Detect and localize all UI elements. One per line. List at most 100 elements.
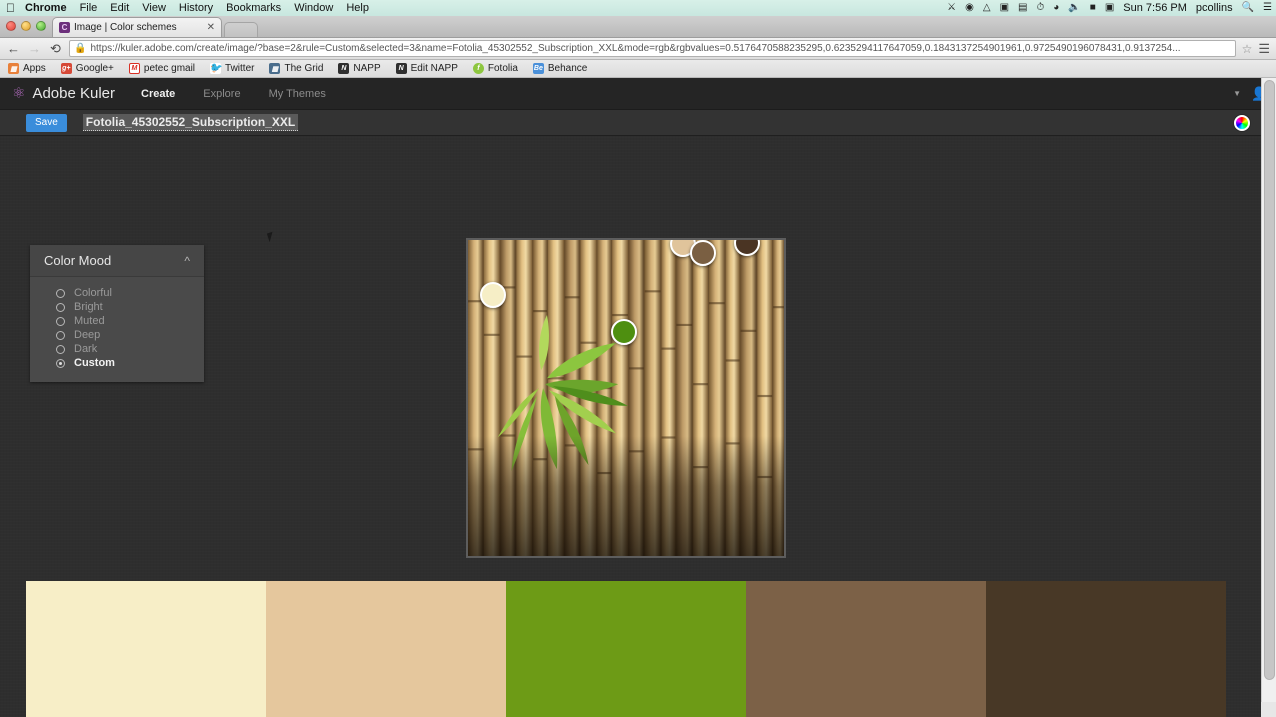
menubar-clock[interactable]: Sun 7:56 PM bbox=[1123, 2, 1187, 14]
maximize-window-button[interactable] bbox=[36, 21, 46, 31]
swatch-2[interactable] bbox=[266, 581, 506, 717]
googleplus-icon: g+ bbox=[60, 63, 72, 74]
menu-item-window[interactable]: Window bbox=[294, 2, 333, 14]
bookmark-star-icon[interactable]: ☆ bbox=[1242, 43, 1253, 55]
bookmark-fotolia[interactable]: f Fotolia bbox=[472, 63, 518, 74]
bookmark-twitter[interactable]: 🐦 Twitter bbox=[209, 63, 255, 74]
bookmark-apps[interactable]: ▦ Apps bbox=[8, 63, 46, 74]
chevron-down-icon[interactable]: ▼ bbox=[1233, 89, 1241, 98]
volume-icon[interactable]: 🔈 bbox=[1068, 3, 1080, 13]
swatch-4[interactable] bbox=[746, 581, 986, 717]
kuler-logo-icon: ⚛ bbox=[12, 85, 26, 102]
swatch-1[interactable] bbox=[26, 581, 266, 717]
hamburger-menu-icon[interactable]: ☰ bbox=[1258, 42, 1270, 55]
vertical-scrollbar[interactable] bbox=[1261, 78, 1276, 717]
bell-icon[interactable]: △ bbox=[983, 3, 991, 13]
mood-option-custom[interactable]: Custom bbox=[30, 356, 204, 370]
swatch-5[interactable] bbox=[986, 581, 1226, 717]
kuler-brand[interactable]: ⚛ Adobe Kuler bbox=[12, 85, 115, 102]
bookmark-behance[interactable]: Be Behance bbox=[532, 63, 587, 74]
brand-name: Adobe Kuler bbox=[32, 85, 116, 102]
color-mood-header[interactable]: Color Mood ^ bbox=[30, 245, 204, 277]
radio-icon[interactable] bbox=[56, 330, 65, 340]
reload-icon[interactable]: ⟲ bbox=[48, 42, 63, 55]
menu-item-bookmarks[interactable]: Bookmarks bbox=[226, 2, 281, 14]
wifi-icon[interactable]: ◕ bbox=[1053, 3, 1059, 13]
browser-tab-strip: Image | Color schemes ✕ bbox=[0, 16, 1276, 38]
close-icon[interactable]: ✕ bbox=[201, 22, 215, 33]
mood-option-muted[interactable]: Muted bbox=[30, 314, 204, 328]
tab-title: Image | Color schemes bbox=[74, 22, 177, 33]
new-tab-button[interactable] bbox=[224, 22, 258, 37]
menu-item-chrome[interactable]: Chrome bbox=[25, 2, 67, 14]
address-bar[interactable]: 🔒 https://kuler.adobe.com/create/image/?… bbox=[69, 40, 1236, 57]
bamboo-wall-photo[interactable] bbox=[466, 238, 786, 558]
bookmark-label: petec gmail bbox=[143, 63, 196, 74]
window-resize-handle[interactable] bbox=[1261, 702, 1276, 717]
radio-icon[interactable] bbox=[56, 302, 65, 312]
color-mood-options: Colorful Bright Muted Deep Dark Custom bbox=[30, 277, 204, 382]
minimize-window-button[interactable] bbox=[21, 21, 31, 31]
time-machine-icon[interactable]: ⏱ bbox=[1036, 3, 1044, 13]
back-arrow-icon[interactable]: ← bbox=[6, 42, 21, 55]
napp-icon: N bbox=[338, 63, 350, 74]
notification-center-icon[interactable]: ☰ bbox=[1263, 3, 1272, 13]
color-marker-1[interactable] bbox=[480, 282, 506, 308]
bookmark-napp[interactable]: N NAPP bbox=[338, 63, 381, 74]
battery-icon[interactable]: ■ bbox=[1090, 3, 1096, 13]
bookmark-label: NAPP bbox=[353, 63, 381, 74]
bookmark-label: Twitter bbox=[225, 63, 255, 74]
bookmark-label: Google+ bbox=[75, 63, 114, 74]
napp-icon: N bbox=[395, 63, 407, 74]
color-mood-title: Color Mood bbox=[44, 253, 112, 268]
nav-my-themes[interactable]: My Themes bbox=[269, 88, 326, 100]
lock-icon: 🔒 bbox=[74, 42, 87, 54]
fotolia-icon: f bbox=[472, 63, 484, 74]
mood-option-label: Colorful bbox=[74, 287, 112, 299]
menu-item-history[interactable]: History bbox=[179, 2, 213, 14]
radio-icon[interactable] bbox=[56, 288, 65, 298]
menu-item-view[interactable]: View bbox=[142, 2, 166, 14]
scrollbar-thumb[interactable] bbox=[1264, 80, 1275, 680]
url-text: https://kuler.adobe.com/create/image/?ba… bbox=[90, 43, 1181, 54]
radio-icon[interactable] bbox=[56, 344, 65, 354]
mood-option-dark[interactable]: Dark bbox=[30, 342, 204, 356]
spotlight-search-icon[interactable]: 🔍 bbox=[1242, 3, 1254, 13]
nav-create[interactable]: Create bbox=[141, 88, 175, 100]
input-source-icon[interactable]: ▣ bbox=[1105, 3, 1114, 13]
color-wheel-icon[interactable] bbox=[1234, 114, 1250, 131]
nav-explore[interactable]: Explore bbox=[203, 88, 240, 100]
close-window-button[interactable] bbox=[6, 21, 16, 31]
menu-item-file[interactable]: File bbox=[80, 2, 98, 14]
bookmark-googleplus[interactable]: g+ Google+ bbox=[60, 63, 114, 74]
kuler-main-nav: Create Explore My Themes bbox=[141, 88, 326, 100]
color-marker-5[interactable] bbox=[611, 319, 637, 345]
account-menu[interactable]: ▼ 👤 bbox=[1233, 87, 1267, 100]
mood-option-deep[interactable]: Deep bbox=[30, 328, 204, 342]
radio-icon[interactable] bbox=[56, 316, 65, 326]
kuler-app: ⚛ Adobe Kuler Create Explore My Themes ▼… bbox=[0, 78, 1276, 717]
bookmark-thegrid[interactable]: ▦ The Grid bbox=[269, 63, 323, 74]
color-marker-3[interactable] bbox=[690, 240, 716, 266]
eye-icon[interactable]: ◉ bbox=[965, 3, 974, 13]
apple-icon[interactable]:  bbox=[6, 2, 15, 14]
behance-icon: Be bbox=[532, 63, 544, 74]
menubar-user[interactable]: pcollins bbox=[1196, 2, 1233, 14]
screencast-icon[interactable]: ▣ bbox=[1000, 3, 1009, 13]
save-button[interactable]: Save bbox=[26, 113, 67, 132]
airplay-icon[interactable]: ▤ bbox=[1018, 3, 1027, 13]
browser-tab-active[interactable]: Image | Color schemes ✕ bbox=[52, 17, 222, 37]
radio-icon-selected[interactable] bbox=[56, 358, 65, 368]
macos-menu-bar:  Chrome File Edit View History Bookmark… bbox=[0, 0, 1276, 16]
swatch-3[interactable] bbox=[506, 581, 746, 717]
usb-icon[interactable]: ⚔ bbox=[947, 3, 956, 13]
menu-item-edit[interactable]: Edit bbox=[110, 2, 129, 14]
mood-option-colorful[interactable]: Colorful bbox=[30, 286, 204, 300]
color-mood-panel: Color Mood ^ Colorful Bright Muted Deep bbox=[30, 245, 204, 382]
menu-item-help[interactable]: Help bbox=[346, 2, 369, 14]
bookmark-gmail[interactable]: M petec gmail bbox=[128, 63, 196, 74]
mood-option-bright[interactable]: Bright bbox=[30, 300, 204, 314]
theme-name-field[interactable]: Fotolia_45302552_Subscription_XXL bbox=[82, 114, 299, 131]
bookmark-edit-napp[interactable]: N Edit NAPP bbox=[395, 63, 458, 74]
chevron-up-icon[interactable]: ^ bbox=[184, 255, 190, 267]
